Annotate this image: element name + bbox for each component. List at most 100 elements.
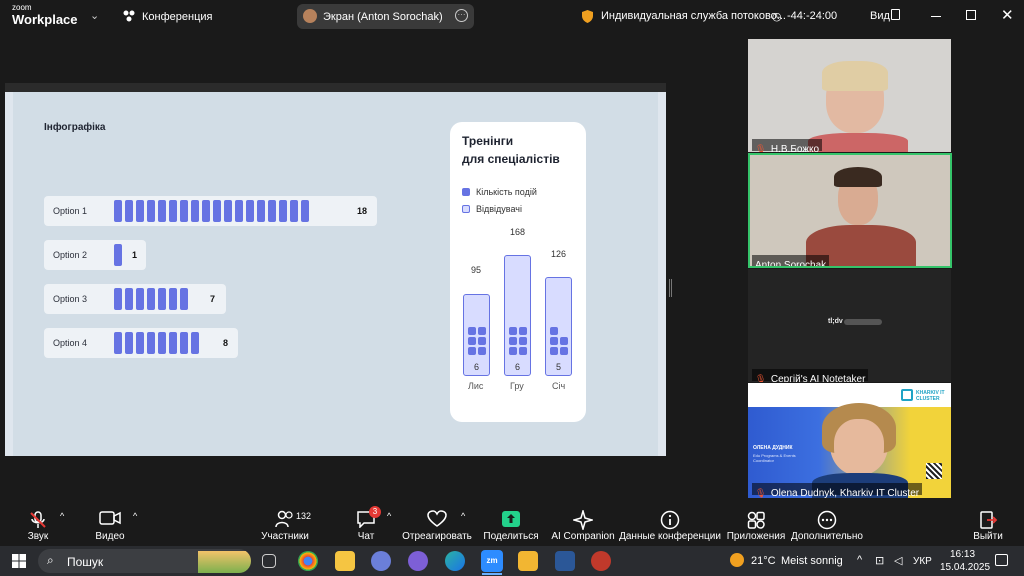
view-button[interactable]: Вид	[870, 10, 890, 22]
edge-icon[interactable]	[445, 551, 465, 571]
camera-icon	[99, 510, 121, 531]
chat-badge: 3	[369, 506, 381, 518]
participant-name: Сергій's AI Notetaker	[770, 374, 866, 382]
name-tag: 🎙 Olena Dudnyk, Kharkiv IT Cluster	[752, 483, 923, 498]
apps-button[interactable]: Приложения	[726, 502, 786, 546]
search-highlight-image	[198, 551, 251, 573]
mic-muted-icon: 🎙	[755, 144, 767, 152]
close-icon[interactable]: ✕	[1001, 6, 1014, 24]
chevron-up-icon[interactable]: ^	[387, 511, 391, 521]
chevron-up-icon[interactable]: ^	[857, 554, 862, 566]
training-card: Тренінги для спеціалістів Кількість поді…	[450, 122, 586, 422]
app-icon[interactable]	[371, 551, 391, 571]
share-button[interactable]: Поделиться	[483, 502, 539, 546]
video-tile[interactable]: 🎙 Н.В.Божко	[748, 39, 951, 152]
meeting-info-button[interactable]: Данные конференции	[619, 502, 721, 546]
share-indicator[interactable]: Экран (Anton Sorochak) ···	[297, 4, 474, 29]
react-button[interactable]: Отреагировать	[402, 502, 472, 546]
share-label: Поделиться	[483, 531, 539, 542]
share-screen-icon	[501, 510, 521, 533]
brand-zoom: zoom	[12, 3, 32, 12]
chevron-up-icon[interactable]: ^	[60, 511, 64, 521]
chat-button[interactable]: 3 Чат	[350, 502, 382, 546]
viber-icon[interactable]	[408, 551, 428, 571]
bar-visitors-label: 168	[510, 227, 526, 237]
mic-muted-icon: 🎙	[755, 374, 767, 382]
audio-button[interactable]: Звук	[18, 502, 58, 546]
windows-start-icon[interactable]	[12, 554, 26, 568]
participant-face-front	[834, 419, 884, 473]
participant-name: Anton Sorochak	[755, 260, 827, 268]
chat-label: Чат	[357, 531, 375, 542]
video-tile[interactable]: tl;dv 🎙 Сергій's AI Notetaker	[748, 269, 951, 382]
more-label: Дополнительно	[791, 531, 863, 542]
language-indicator[interactable]: УКР	[913, 556, 932, 567]
option-label: Option 3	[53, 294, 88, 304]
taskbar-date[interactable]: 15.04.2025	[940, 562, 990, 573]
more-button[interactable]: Дополнительно	[791, 502, 863, 546]
option-value: 1	[132, 250, 138, 260]
bar-month-label: Гру	[510, 381, 524, 391]
avatar	[303, 9, 317, 23]
option-label: Option 1	[53, 206, 88, 216]
meeting-timer: -44:-24:00	[787, 10, 838, 22]
banner-role: Edu Programs & Events Coordinator	[753, 453, 796, 463]
taskbar-time[interactable]: 16:13	[950, 549, 975, 560]
cluster-logo-icon	[901, 389, 913, 401]
chevron-up-icon[interactable]: ^	[461, 511, 465, 521]
app-icon[interactable]	[335, 551, 355, 571]
heart-icon	[427, 510, 447, 533]
qr-code-icon	[926, 463, 942, 479]
legend-visitors: Відвідувачі	[476, 204, 522, 214]
more-icon[interactable]: ···	[455, 9, 468, 22]
leave-button[interactable]: Выйти	[970, 502, 1006, 546]
apps-label: Приложения	[726, 531, 786, 542]
browser-tab-strip	[5, 83, 666, 92]
word-icon[interactable]	[555, 551, 575, 571]
chrome-icon[interactable]	[298, 551, 318, 571]
bar-events-label: 6	[515, 362, 521, 372]
video-tile-active[interactable]: Anton Sorochak	[748, 153, 952, 268]
task-view-icon[interactable]	[262, 554, 276, 568]
meeting-info-label: Данные конференции	[619, 531, 721, 542]
taskbar-search-box[interactable]: ⌕ Пошук	[38, 549, 251, 573]
option-row: Option 4 8	[44, 328, 238, 358]
option-cells	[114, 244, 125, 266]
volume-icon[interactable]: ◁	[894, 554, 902, 567]
chevron-up-icon[interactable]: ^	[133, 511, 137, 521]
participant-name: Olena Dudnyk, Kharkiv IT Cluster	[770, 488, 920, 498]
network-icon[interactable]: ⊡	[875, 554, 884, 567]
view-grid-icon[interactable]	[891, 9, 900, 20]
leave-label: Выйти	[973, 531, 1003, 542]
ai-companion-button[interactable]: AI Companion	[551, 502, 615, 546]
option-label: Option 4	[53, 338, 88, 348]
participant-hair	[822, 61, 888, 91]
participants-count: 132	[296, 511, 312, 521]
notifications-icon[interactable]	[995, 554, 1008, 566]
bar-visitors-label: 95	[471, 265, 482, 275]
active-app-indicator	[482, 573, 502, 575]
streaming-service[interactable]: Индивидуальная служба потоково...	[601, 10, 786, 22]
minimize-icon[interactable]	[931, 16, 941, 17]
shield-icon	[582, 10, 593, 23]
app-icon[interactable]	[591, 551, 611, 571]
option-value: 7	[210, 294, 216, 304]
brand-workplace: Workplace	[12, 12, 78, 27]
file-explorer-icon[interactable]	[518, 551, 538, 571]
weather-text[interactable]: Meist sonnig	[781, 555, 843, 567]
chevron-down-icon[interactable]: ⌄	[90, 9, 99, 22]
react-label: Отреагировать	[402, 531, 472, 542]
video-tile[interactable]: KHARKIV IT CLUSTER ОЛЕНА ДУДНИК Edu Prog…	[748, 383, 951, 498]
video-button[interactable]: Видео	[90, 502, 130, 546]
shared-screen: Інфографіка Option 1 18 Option 2 1 Optio…	[5, 83, 666, 456]
participants-button[interactable]: Участники	[261, 502, 309, 546]
resize-handle[interactable]	[669, 279, 672, 297]
maximize-icon[interactable]	[966, 10, 976, 20]
bar-month-label: Лис	[468, 381, 484, 391]
participants-label: Участники	[261, 531, 309, 542]
option-cells	[114, 332, 202, 354]
cluster-name: KHARKIV IT CLUSTER	[916, 390, 945, 402]
weather-temp[interactable]: 21°C	[751, 555, 776, 567]
weather-sun-icon	[730, 553, 744, 567]
zoom-icon[interactable]: zm	[481, 550, 503, 572]
